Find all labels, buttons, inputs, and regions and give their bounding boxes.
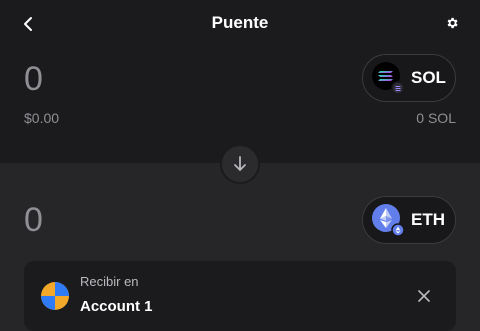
swap-direction-button[interactable] [220,144,260,184]
receive-account-card[interactable]: Recibir en Account 1 [24,261,456,331]
from-balance: 0 SOL [416,110,456,126]
header: Puente [0,0,480,48]
from-fiat-value: $0.00 [24,110,60,126]
from-amount-input[interactable]: 0 [24,60,43,99]
receive-account-name: Account 1 [80,298,153,315]
to-token-symbol: ETH [411,210,445,229]
page-title: Puente [211,13,269,32]
close-icon [418,290,430,302]
gear-icon [447,17,458,29]
clear-receive-button[interactable] [416,288,432,304]
to-amount: 0 [24,201,43,239]
ethereum-logo-icon [372,204,405,237]
receive-label: Recibir en [80,274,139,289]
account-avatar-icon [41,282,69,310]
solana-logo-icon [372,62,405,95]
from-token-symbol: SOL [411,68,446,87]
arrow-down-icon [234,156,246,171]
from-token-selector[interactable]: SOL [362,54,456,102]
settings-button[interactable] [443,14,461,32]
to-token-selector[interactable]: ETH [362,196,456,244]
